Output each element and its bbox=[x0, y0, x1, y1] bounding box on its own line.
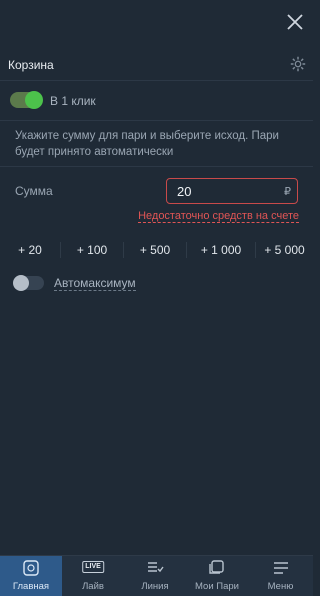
divider bbox=[0, 120, 313, 121]
auto-max-row: Автомаксимум bbox=[0, 272, 313, 296]
insufficient-funds-error: Недостаточно средств на счете bbox=[138, 210, 299, 223]
nav-label: Главная bbox=[12, 581, 50, 592]
quick-amount-button[interactable]: + 1 000 bbox=[187, 236, 255, 264]
toggle-knob bbox=[13, 275, 29, 291]
nav-label: Мои Пари bbox=[195, 581, 239, 592]
nav-label: Лайв bbox=[82, 581, 104, 592]
one-click-label: В 1 клик bbox=[50, 94, 96, 108]
home-ball-icon bbox=[23, 560, 39, 576]
nav-item-menu[interactable]: Меню bbox=[248, 556, 313, 596]
divider bbox=[0, 166, 313, 167]
auto-max-label[interactable]: Автомаксимум bbox=[54, 276, 136, 291]
page-title: Корзина bbox=[8, 58, 54, 72]
nav-item-live[interactable]: LIVE Лайв bbox=[62, 556, 124, 596]
nav-item-home[interactable]: Главная bbox=[0, 556, 62, 596]
auto-max-toggle[interactable] bbox=[13, 275, 44, 291]
cart-header: Корзина bbox=[0, 50, 313, 78]
nav-label: Линия bbox=[141, 581, 169, 592]
quick-amounts-row: + 20 + 100 + 500 + 1 000 + 5 000 bbox=[0, 236, 313, 264]
divider bbox=[0, 80, 313, 81]
quick-amount-button[interactable]: + 100 bbox=[61, 236, 123, 264]
top-bar bbox=[0, 0, 313, 44]
toggle-knob bbox=[25, 91, 43, 109]
quick-amount-button[interactable]: + 20 bbox=[0, 236, 60, 264]
quick-amount-button[interactable]: + 5 000 bbox=[256, 236, 313, 264]
nav-item-my-bets[interactable]: Мои Пари bbox=[186, 556, 248, 596]
currency-symbol: ₽ bbox=[284, 186, 291, 198]
amount-value: 20 bbox=[177, 184, 192, 199]
one-click-toggle[interactable] bbox=[10, 91, 43, 109]
live-icon: LIVE bbox=[82, 561, 104, 573]
nav-label: Меню bbox=[267, 581, 294, 592]
my-bets-icon bbox=[209, 560, 224, 574]
amount-input[interactable]: 20 ₽ bbox=[166, 178, 298, 204]
close-icon[interactable] bbox=[285, 12, 305, 32]
amount-label: Сумма bbox=[15, 184, 53, 198]
bet-hint-text: Укажите сумму для пари и выберите исход.… bbox=[15, 130, 279, 158]
bottom-navigation: Главная LIVE Лайв Линия Мои Пари Меню bbox=[0, 555, 313, 596]
one-click-row: В 1 клик bbox=[0, 88, 313, 116]
line-list-icon bbox=[148, 562, 164, 573]
nav-item-line[interactable]: Линия bbox=[124, 556, 186, 596]
gear-icon[interactable] bbox=[289, 55, 307, 73]
menu-icon bbox=[273, 562, 288, 574]
quick-amount-button[interactable]: + 500 bbox=[124, 236, 186, 264]
